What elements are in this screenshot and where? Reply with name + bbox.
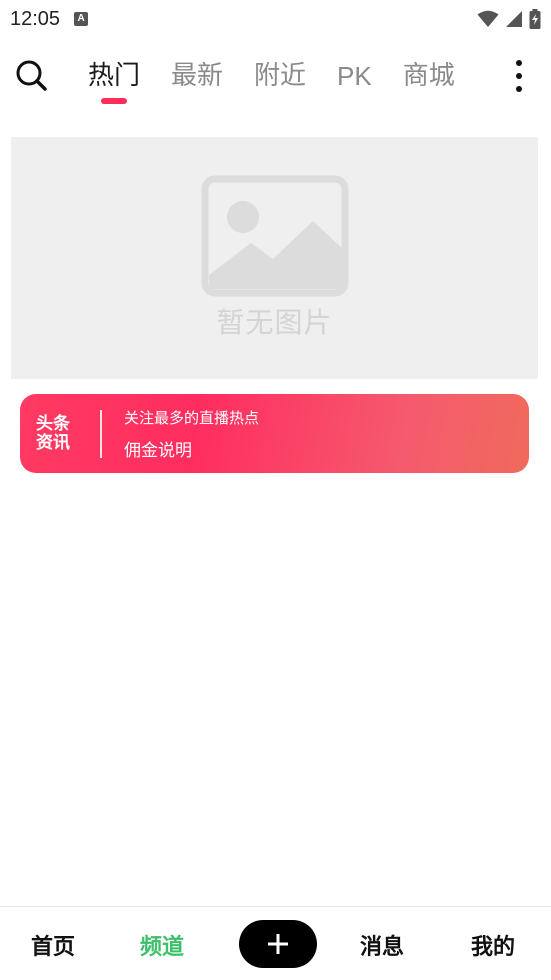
tab-mall[interactable]: 商城	[403, 46, 455, 106]
search-icon	[16, 60, 47, 91]
commission-link[interactable]: 佣金说明	[124, 436, 259, 461]
plus-icon	[268, 934, 288, 954]
nav-channel[interactable]: 频道	[140, 929, 184, 961]
nav-messages[interactable]: 消息	[360, 929, 404, 961]
placeholder-text: 暂无图片	[216, 306, 333, 339]
banner-image[interactable]: 暂无图片	[11, 137, 538, 379]
news-headline: 关注最多的直播热点	[124, 408, 260, 427]
more-vertical-icon[interactable]	[515, 60, 523, 92]
status-icons	[477, 9, 541, 29]
a-icon: A	[74, 12, 89, 26]
add-button[interactable]	[239, 920, 317, 968]
status-bar: 12:05 A	[0, 0, 551, 38]
status-time: 12:05	[10, 7, 61, 30]
signal-icon	[506, 11, 522, 27]
bottom-nav: 首页 频道 消息 我的	[0, 906, 551, 980]
image-placeholder-icon	[201, 175, 348, 297]
search-button[interactable]	[14, 58, 50, 94]
divider	[100, 409, 102, 458]
tab-pk[interactable]: PK	[337, 46, 372, 106]
nav-home[interactable]: 首页	[31, 929, 75, 961]
logo-line-1: 头条	[36, 413, 70, 434]
logo-line-2: 资讯	[36, 432, 70, 453]
headline-news-card[interactable]: 头条 资讯 关注最多的直播热点 佣金说明	[20, 394, 529, 473]
tab-hot[interactable]: 热门	[88, 46, 140, 106]
headline-news-logo: 头条 资讯	[36, 413, 98, 453]
wifi-icon	[477, 10, 499, 27]
nav-me[interactable]: 我的	[471, 929, 515, 961]
tab-nearby[interactable]: 附近	[254, 46, 306, 106]
battery-charging-icon	[529, 9, 541, 29]
top-nav: 热门 最新 附近 PK 商城	[0, 46, 551, 106]
category-tabs: 热门 最新 附近 PK 商城	[88, 46, 486, 106]
tab-latest[interactable]: 最新	[171, 46, 223, 106]
news-text: 关注最多的直播热点 佣金说明	[124, 407, 259, 461]
